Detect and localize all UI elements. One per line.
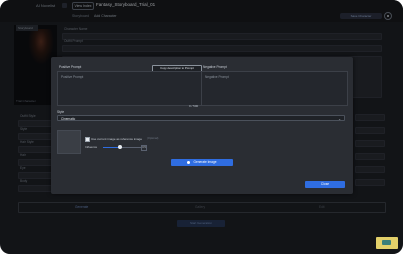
generate-image-button[interactable]: Generate Image bbox=[171, 159, 233, 166]
positive-prompt-input[interactable]: Positive Prompt bbox=[57, 71, 202, 106]
negative-prompt-input[interactable]: Negative Prompt bbox=[201, 71, 348, 106]
reference-image-checkbox[interactable] bbox=[85, 137, 90, 142]
chevron-down-icon: ⌄ bbox=[338, 117, 341, 121]
sparkle-icon bbox=[187, 160, 191, 164]
positive-prompt-placeholder: Positive Prompt bbox=[61, 75, 84, 79]
influence-value-input[interactable]: 0.5 bbox=[141, 144, 147, 151]
style-select[interactable]: Cinematic ⌄ bbox=[57, 115, 345, 121]
reference-image-hint: (Optional) bbox=[147, 136, 159, 140]
feedback-badge[interactable] bbox=[376, 237, 398, 249]
generate-image-dialog: Positive Prompt Copy description to Prom… bbox=[51, 57, 353, 194]
generate-image-label: Generate Image bbox=[193, 160, 217, 164]
app-window: AI Novelist View Index Fantasy_Storyboar… bbox=[0, 0, 403, 254]
close-button[interactable]: Close bbox=[305, 181, 345, 188]
positive-prompt-label: Positive Prompt bbox=[59, 65, 82, 69]
chat-icon bbox=[382, 240, 391, 245]
style-label: Style bbox=[57, 110, 65, 114]
reference-image-thumbnail bbox=[57, 130, 81, 154]
prompt-char-counter: 0 / 500 bbox=[189, 104, 199, 108]
reference-image-label: Use current image as reference image bbox=[91, 136, 143, 141]
negative-prompt-placeholder: Negative Prompt bbox=[205, 75, 229, 79]
negative-prompt-label: Negative Prompt bbox=[203, 65, 227, 69]
influence-label: Influence bbox=[85, 145, 98, 149]
influence-slider-handle[interactable] bbox=[118, 145, 122, 149]
style-select-value: Cinematic bbox=[61, 117, 76, 121]
